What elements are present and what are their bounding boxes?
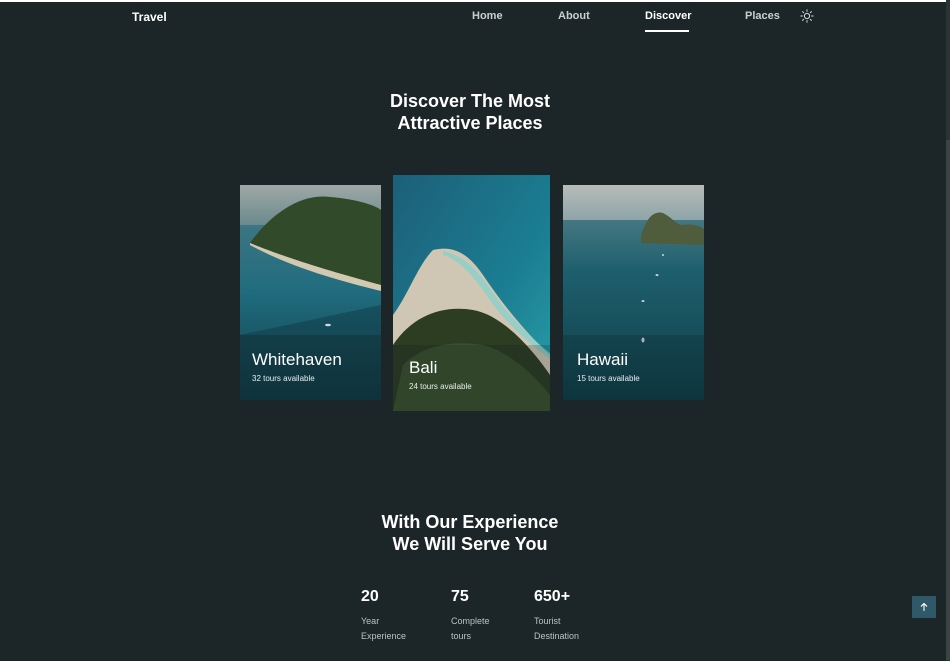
card-tours: 32 tours available — [252, 374, 315, 383]
card-title: Whitehaven — [252, 350, 342, 369]
stat-number: 75 — [451, 588, 469, 605]
discover-title: Discover The Most Attractive Places — [0, 90, 940, 134]
place-card-bali[interactable]: Bali 24 tours available — [393, 175, 550, 411]
page: Travel Home About Discover Places Discov… — [0, 0, 950, 661]
stat-number: 650+ — [534, 588, 571, 605]
scroll-top-button[interactable] — [912, 596, 936, 618]
nav-places[interactable]: Places — [745, 10, 780, 22]
experience-title: With Our Experience We Will Serve You — [0, 511, 940, 555]
discover-title-line2: Attractive Places — [397, 113, 543, 133]
nav-home[interactable]: Home — [472, 10, 503, 22]
sun-icon[interactable] — [800, 9, 814, 23]
scrollbar[interactable] — [946, 0, 950, 661]
arrow-up-icon — [920, 602, 928, 612]
stat-tours: 75 Complete tours — [451, 588, 521, 644]
place-card-hawaii[interactable]: Hawaii 15 tours available — [563, 185, 704, 400]
nav-discover[interactable]: Discover — [645, 10, 691, 22]
experience-title-line1: With Our Experience — [381, 512, 559, 532]
scrollbar-thumb[interactable] — [946, 140, 950, 660]
stat-label-line1: Complete — [451, 616, 490, 626]
stat-label: Complete tours — [451, 614, 521, 644]
card-tours: 24 tours available — [409, 382, 472, 391]
stat-label-line2: Experience — [361, 631, 407, 641]
stat-number: 20 — [361, 588, 379, 605]
card-tours: 15 tours available — [577, 374, 640, 383]
stat-label-line2: tours — [451, 631, 472, 641]
nav-about[interactable]: About — [558, 10, 590, 22]
stat-label-line1: Tourist — [534, 616, 561, 626]
stat-label: Year Experience — [361, 614, 431, 644]
card-title: Hawaii — [577, 350, 629, 369]
place-card-whitehaven[interactable]: Whitehaven 32 tours available — [240, 185, 381, 400]
top-border — [0, 0, 950, 2]
stat-destinations: 650+ Tourist Destination — [534, 588, 604, 644]
stat-label: Tourist Destination — [534, 614, 604, 644]
discover-title-line1: Discover The Most — [389, 91, 551, 111]
stat-label-line1: Year — [361, 616, 380, 626]
stat-label-line2: Destination — [534, 631, 580, 641]
stat-years: 20 Year Experience — [361, 588, 431, 644]
experience-title-line2: We Will Serve You — [392, 534, 548, 554]
nav-active-indicator — [645, 30, 689, 32]
card-title: Bali — [409, 358, 438, 377]
